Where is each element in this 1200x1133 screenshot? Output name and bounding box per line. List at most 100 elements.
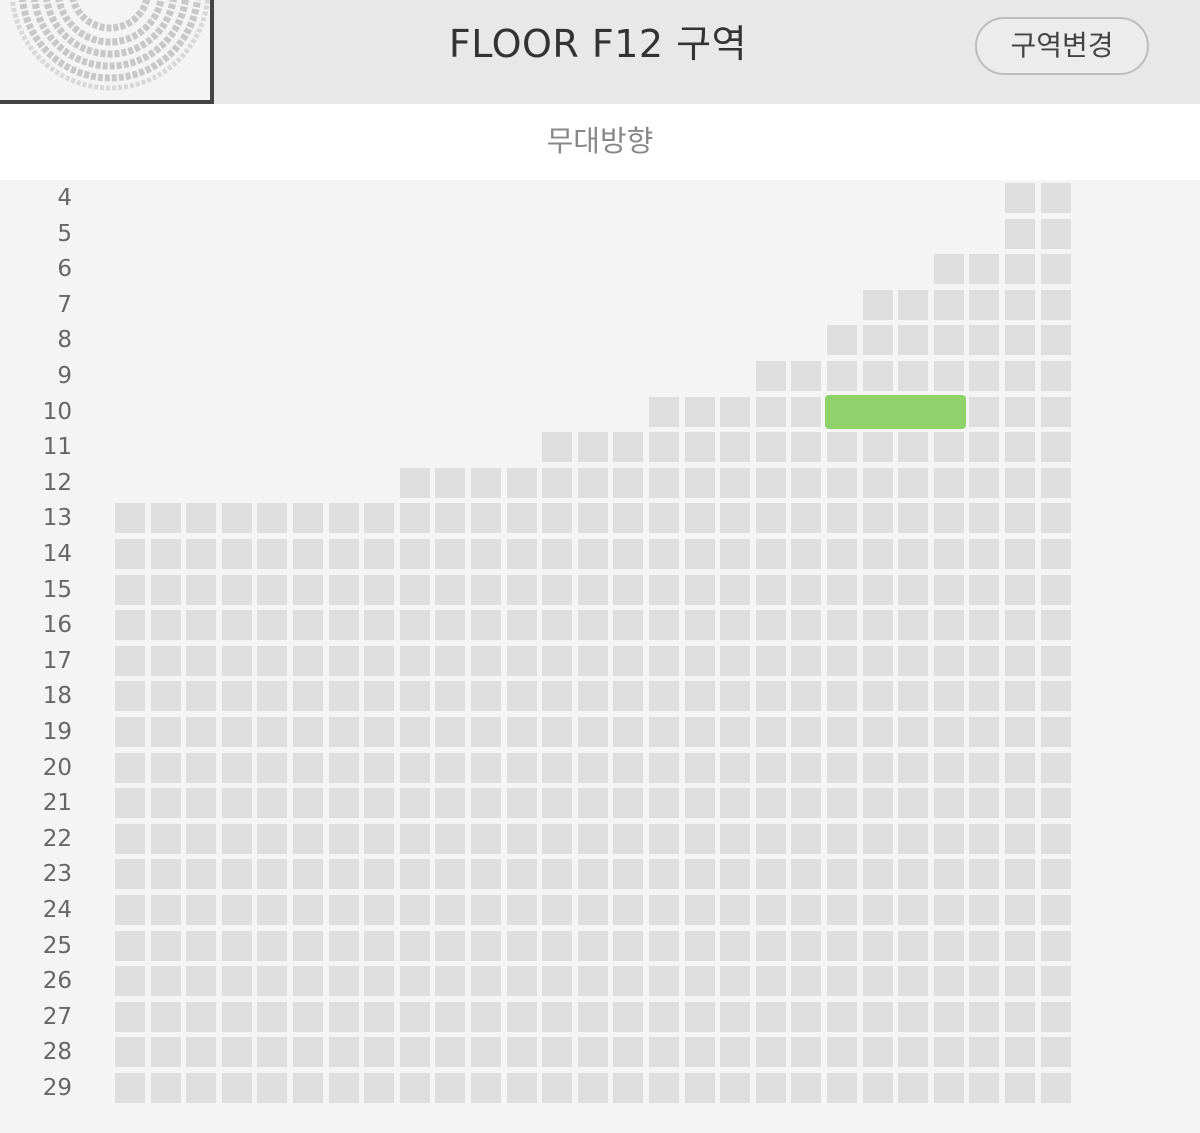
seat[interactable] <box>898 361 928 391</box>
seat[interactable] <box>649 468 679 498</box>
seat[interactable] <box>1041 503 1071 533</box>
seat[interactable] <box>471 468 501 498</box>
venue-minimap[interactable] <box>0 0 214 104</box>
seat[interactable] <box>613 681 643 711</box>
seat[interactable] <box>1041 895 1071 925</box>
seat[interactable] <box>364 681 394 711</box>
seat[interactable] <box>471 824 501 854</box>
seat[interactable] <box>1041 1073 1071 1103</box>
seat[interactable] <box>934 1073 964 1103</box>
seat[interactable] <box>364 753 394 783</box>
seat[interactable] <box>791 966 821 996</box>
seat[interactable] <box>507 895 537 925</box>
seat[interactable] <box>756 717 786 747</box>
seat[interactable] <box>613 788 643 818</box>
seat[interactable] <box>578 966 608 996</box>
seat[interactable] <box>186 931 216 961</box>
seat[interactable] <box>293 503 323 533</box>
seat[interactable] <box>542 753 572 783</box>
seat[interactable] <box>151 931 181 961</box>
seat[interactable] <box>364 575 394 605</box>
seat[interactable] <box>1005 931 1035 961</box>
seat[interactable] <box>222 931 252 961</box>
seat[interactable] <box>151 859 181 889</box>
seat[interactable] <box>1041 539 1071 569</box>
seat[interactable] <box>507 539 537 569</box>
seat[interactable] <box>257 824 287 854</box>
seat[interactable] <box>685 397 715 427</box>
seat[interactable] <box>969 432 999 462</box>
seat[interactable] <box>151 895 181 925</box>
seat[interactable] <box>827 824 857 854</box>
seat[interactable] <box>222 859 252 889</box>
seat[interactable] <box>329 1037 359 1067</box>
seat[interactable] <box>186 1073 216 1103</box>
seat[interactable] <box>898 432 928 462</box>
seat[interactable] <box>898 1037 928 1067</box>
seat[interactable] <box>720 646 750 676</box>
seat[interactable] <box>827 788 857 818</box>
seat[interactable] <box>578 539 608 569</box>
seat[interactable] <box>1041 254 1071 284</box>
seat[interactable] <box>186 788 216 818</box>
seat[interactable] <box>934 539 964 569</box>
seat[interactable] <box>222 895 252 925</box>
seat[interactable] <box>329 503 359 533</box>
seat[interactable] <box>542 1073 572 1103</box>
seat[interactable] <box>578 717 608 747</box>
seat[interactable] <box>293 824 323 854</box>
seat[interactable] <box>293 859 323 889</box>
seat[interactable] <box>934 290 964 320</box>
seat[interactable] <box>293 681 323 711</box>
seat[interactable] <box>186 646 216 676</box>
seat[interactable] <box>222 503 252 533</box>
seat[interactable] <box>578 824 608 854</box>
seat[interactable] <box>471 1037 501 1067</box>
seat[interactable] <box>151 966 181 996</box>
seat[interactable] <box>934 859 964 889</box>
seat[interactable] <box>613 646 643 676</box>
seat[interactable] <box>435 646 465 676</box>
seat[interactable] <box>542 824 572 854</box>
seat[interactable] <box>1005 468 1035 498</box>
seat[interactable] <box>934 646 964 676</box>
seat[interactable] <box>400 966 430 996</box>
seat[interactable] <box>613 717 643 747</box>
seat[interactable] <box>471 610 501 640</box>
seat[interactable] <box>685 824 715 854</box>
seat[interactable] <box>898 539 928 569</box>
seat[interactable] <box>756 1037 786 1067</box>
seat[interactable] <box>329 646 359 676</box>
seat[interactable] <box>293 717 323 747</box>
seat[interactable] <box>863 753 893 783</box>
seat[interactable] <box>435 681 465 711</box>
seat[interactable] <box>115 503 145 533</box>
seat[interactable] <box>720 681 750 711</box>
seat[interactable] <box>1041 824 1071 854</box>
seat[interactable] <box>720 824 750 854</box>
seat[interactable] <box>898 859 928 889</box>
seat[interactable] <box>507 610 537 640</box>
seat[interactable] <box>435 788 465 818</box>
seat[interactable] <box>685 432 715 462</box>
seat[interactable] <box>649 1073 679 1103</box>
seat[interactable] <box>827 717 857 747</box>
seat[interactable] <box>293 753 323 783</box>
seat[interactable] <box>435 503 465 533</box>
seat[interactable] <box>115 610 145 640</box>
seat[interactable] <box>685 966 715 996</box>
seat[interactable] <box>685 895 715 925</box>
seat[interactable] <box>400 468 430 498</box>
seat[interactable] <box>720 539 750 569</box>
seat[interactable] <box>400 610 430 640</box>
seat[interactable] <box>115 717 145 747</box>
seat[interactable] <box>934 503 964 533</box>
seat[interactable] <box>934 254 964 284</box>
seat[interactable] <box>257 931 287 961</box>
seat[interactable] <box>863 931 893 961</box>
seat[interactable] <box>720 753 750 783</box>
seat[interactable] <box>400 1002 430 1032</box>
seat[interactable] <box>934 753 964 783</box>
seat[interactable] <box>1041 468 1071 498</box>
seat[interactable] <box>329 824 359 854</box>
